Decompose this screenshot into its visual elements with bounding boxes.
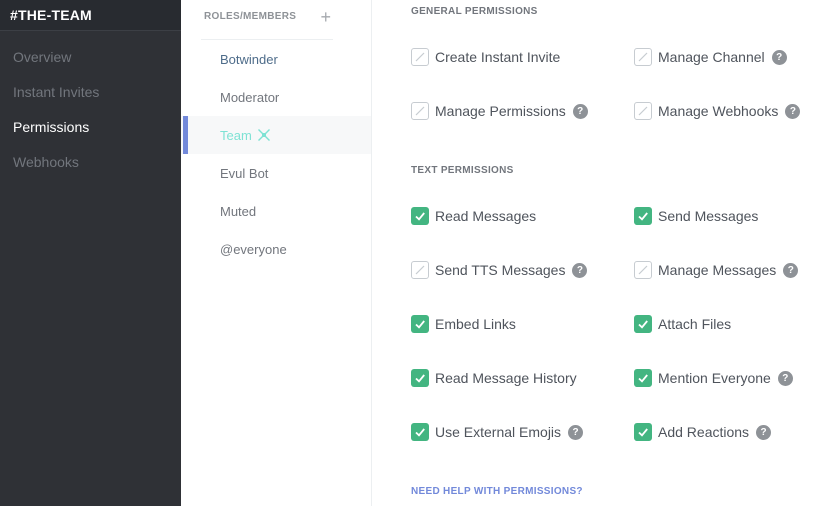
perm-label: Embed Links	[435, 316, 516, 332]
help-icon[interactable]: ?	[785, 103, 801, 119]
perm-manage-webhooks[interactable]: Manage Webhooks ?	[634, 101, 801, 121]
checked-checkbox-icon[interactable]	[411, 315, 429, 333]
checked-checkbox-icon[interactable]	[634, 369, 652, 387]
role-item-botwinder[interactable]: Botwinder	[181, 40, 371, 78]
perm-label: Add Reactions	[658, 424, 750, 440]
perm-label: Send Messages	[658, 208, 759, 224]
perm-manage-permissions[interactable]: Manage Permissions ?	[411, 101, 588, 121]
perm-label: Manage Permissions	[435, 103, 566, 119]
help-icon[interactable]: ?	[568, 424, 584, 440]
help-icon[interactable]: ?	[771, 49, 787, 65]
perm-label: Create Instant Invite	[435, 49, 561, 65]
perm-label: Attach Files	[658, 316, 732, 332]
sidebar-divider	[0, 30, 181, 31]
general-permissions-title: GENERAL PERMISSIONS	[411, 6, 538, 17]
perm-read-message-history[interactable]: Read Message History	[411, 368, 577, 388]
help-icon[interactable]: ?	[572, 103, 588, 119]
help-icon[interactable]: ?	[783, 262, 799, 278]
perm-use-external-emojis[interactable]: Use External Emojis ?	[411, 422, 584, 442]
role-label: Moderator	[220, 89, 280, 105]
checked-checkbox-icon[interactable]	[634, 423, 652, 441]
unchecked-checkbox-icon[interactable]	[634, 102, 652, 120]
perm-manage-messages[interactable]: Manage Messages ?	[634, 260, 799, 280]
role-label: @everyone	[220, 241, 287, 257]
role-label: Botwinder	[220, 51, 278, 67]
help-icon[interactable]: ?	[777, 370, 793, 386]
unchecked-checkbox-icon[interactable]	[411, 102, 429, 120]
perm-send-messages[interactable]: Send Messages	[634, 206, 758, 226]
unchecked-checkbox-icon[interactable]	[634, 261, 652, 279]
perm-add-reactions[interactable]: Add Reactions ?	[634, 422, 772, 442]
role-item-everyone[interactable]: @everyone	[181, 230, 371, 268]
perm-attach-files[interactable]: Attach Files	[634, 314, 731, 334]
perm-send-tts-messages[interactable]: Send TTS Messages ?	[411, 260, 588, 280]
unchecked-checkbox-icon[interactable]	[634, 48, 652, 66]
perm-label: Send TTS Messages	[435, 262, 566, 278]
roles-members-panel: ROLES/MEMBERS + Botwinder Moderator Team…	[181, 0, 372, 506]
checked-checkbox-icon[interactable]	[411, 207, 429, 225]
checked-checkbox-icon[interactable]	[634, 315, 652, 333]
perm-label: Manage Messages	[658, 262, 777, 278]
permissions-help-link[interactable]: NEED HELP WITH PERMISSIONS?	[411, 486, 583, 497]
sidebar-item-overview[interactable]: Overview	[0, 39, 181, 74]
perm-embed-links[interactable]: Embed Links	[411, 314, 516, 334]
checked-checkbox-icon[interactable]	[411, 369, 429, 387]
roles-header: ROLES/MEMBERS +	[201, 0, 333, 40]
role-label: Team	[220, 127, 252, 143]
help-icon[interactable]: ?	[756, 424, 772, 440]
role-item-muted[interactable]: Muted	[181, 192, 371, 230]
perm-read-messages[interactable]: Read Messages	[411, 206, 536, 226]
roles-title: ROLES/MEMBERS	[204, 11, 297, 22]
checked-checkbox-icon[interactable]	[411, 423, 429, 441]
settings-sidebar: #THE-TEAM Overview Instant Invites Permi…	[0, 0, 181, 506]
unchecked-checkbox-icon[interactable]	[411, 48, 429, 66]
plus-icon[interactable]: +	[320, 8, 331, 26]
role-label: Evul Bot	[220, 165, 269, 181]
perm-label: Read Message History	[435, 370, 577, 386]
role-label: Muted	[220, 203, 257, 219]
perm-label: Manage Channel	[658, 49, 765, 65]
role-badge-icon	[257, 128, 271, 142]
perm-manage-channel[interactable]: Manage Channel ?	[634, 47, 787, 67]
permissions-panel: GENERAL PERMISSIONS Create Instant Invit…	[373, 0, 830, 506]
perm-label: Use External Emojis	[435, 424, 562, 440]
text-permissions-title: TEXT PERMISSIONS	[411, 165, 514, 176]
role-item-team[interactable]: Team	[181, 116, 371, 154]
sidebar-item-webhooks[interactable]: Webhooks	[0, 144, 181, 179]
perm-create-instant-invite[interactable]: Create Instant Invite	[411, 47, 560, 67]
sidebar-item-permissions[interactable]: Permissions	[0, 109, 181, 144]
perm-label: Mention Everyone	[658, 370, 771, 386]
sidebar-item-instant-invites[interactable]: Instant Invites	[0, 74, 181, 109]
help-icon[interactable]: ?	[572, 262, 588, 278]
channel-title: #THE-TEAM	[0, 0, 181, 30]
unchecked-checkbox-icon[interactable]	[411, 261, 429, 279]
role-item-evul-bot[interactable]: Evul Bot	[181, 154, 371, 192]
perm-mention-everyone[interactable]: Mention Everyone ?	[634, 368, 793, 388]
role-item-moderator[interactable]: Moderator	[181, 78, 371, 116]
perm-label: Manage Webhooks	[658, 103, 779, 119]
perm-label: Read Messages	[435, 208, 537, 224]
checked-checkbox-icon[interactable]	[634, 207, 652, 225]
